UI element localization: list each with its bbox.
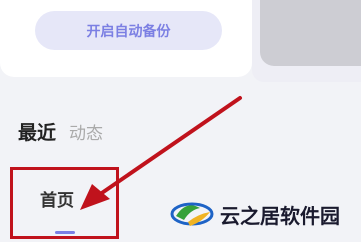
highlight-box [10,167,119,239]
preview-thumbnail [260,0,361,66]
watermark-logo-icon [170,202,214,226]
tab-recent[interactable]: 最近 [18,118,56,145]
backup-card: 开启自动备份 [0,0,252,77]
recent-tabs: 最近 动态 [18,118,103,145]
enable-auto-backup-label: 开启自动备份 [86,23,171,40]
preview-card[interactable] [252,0,361,82]
enable-auto-backup-button[interactable]: 开启自动备份 [35,11,222,50]
watermark: 云之居软件园 [170,196,340,232]
watermark-text: 云之居软件园 [220,203,340,228]
tab-activity[interactable]: 动态 [69,119,103,144]
